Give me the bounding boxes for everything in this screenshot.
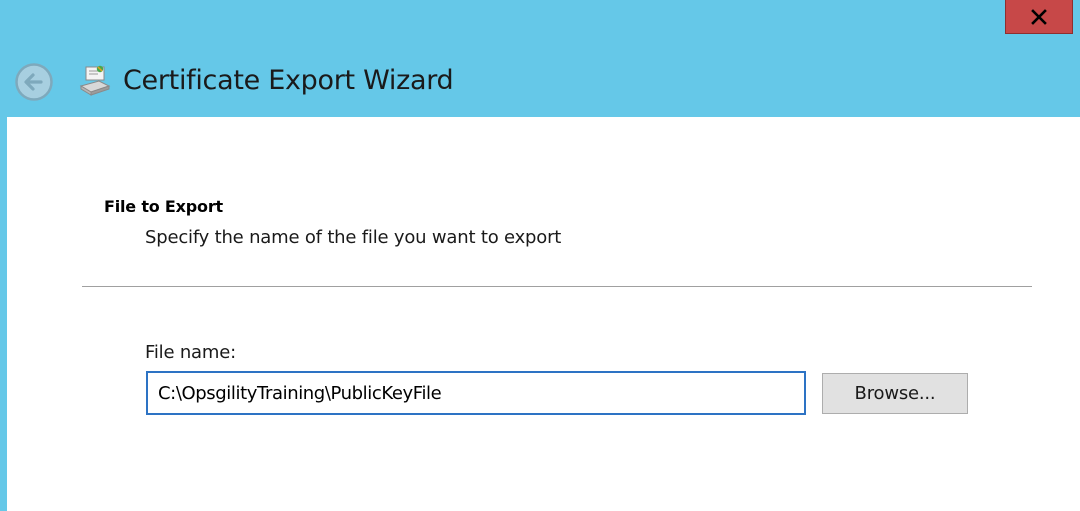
close-button[interactable] (1005, 0, 1073, 34)
divider (82, 286, 1032, 287)
certificate-wizard-icon (78, 64, 112, 98)
wizard-content-panel: File to Export Specify the name of the f… (7, 117, 1080, 511)
file-name-input[interactable] (146, 371, 806, 415)
browse-button[interactable]: Browse... (822, 373, 968, 414)
section-description: Specify the name of the file you want to… (145, 227, 562, 248)
file-name-label: File name: (145, 342, 236, 363)
wizard-title: Certificate Export Wizard (123, 65, 454, 96)
certificate-export-wizard-window: Certificate Export Wizard File to Export… (0, 0, 1080, 511)
back-arrow-icon (15, 63, 53, 101)
section-title: File to Export (104, 197, 223, 216)
close-icon (1031, 8, 1047, 25)
back-button[interactable] (14, 62, 54, 102)
